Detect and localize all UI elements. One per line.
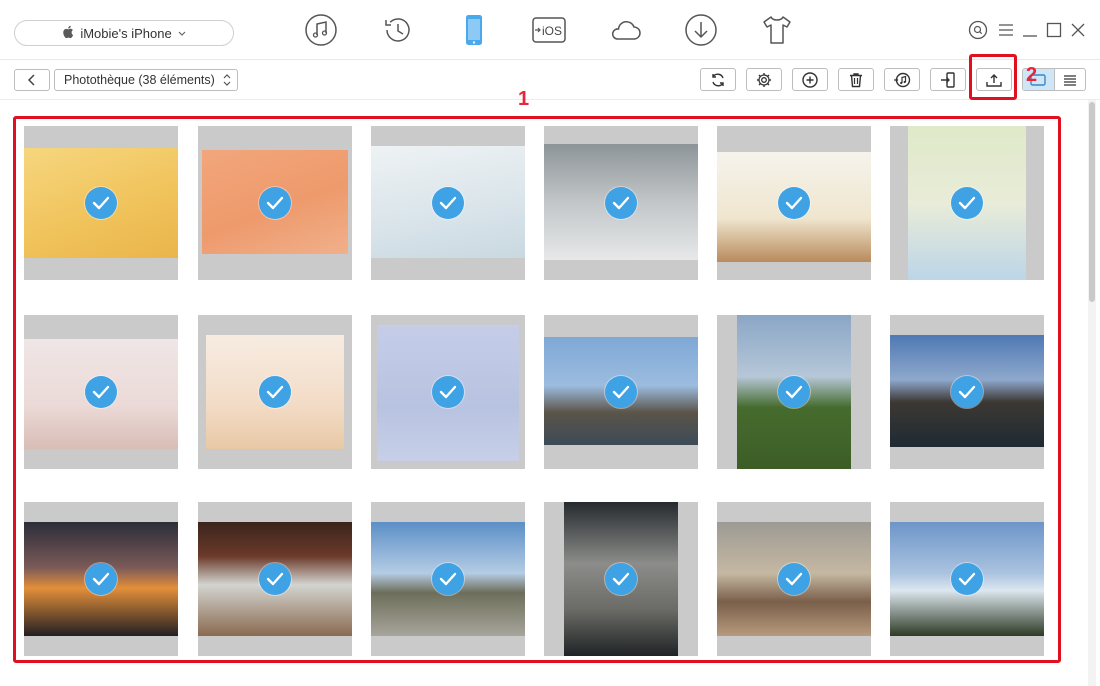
device-selector[interactable]: iMobie's iPhone — [14, 20, 234, 46]
refresh-button[interactable] — [700, 68, 736, 91]
photo-thumbnail[interactable] — [717, 126, 871, 280]
photo-thumbnail[interactable] — [198, 126, 352, 280]
selected-check-icon[interactable] — [85, 376, 117, 408]
settings-button[interactable] — [746, 68, 782, 91]
delete-icon — [850, 72, 862, 87]
menu-icon[interactable] — [996, 20, 1016, 40]
photo-thumbnail[interactable] — [544, 502, 698, 656]
music-icon[interactable] — [303, 12, 339, 48]
chevron-down-icon — [178, 28, 186, 38]
selected-check-icon[interactable] — [85, 187, 117, 219]
photo-grid — [24, 126, 1054, 656]
settings-icon — [757, 72, 771, 87]
to-ios-icon[interactable]: iOS — [531, 12, 567, 48]
photo-thumbnail[interactable] — [890, 126, 1044, 280]
photo-thumbnail[interactable] — [890, 315, 1044, 469]
selected-check-icon[interactable] — [259, 187, 291, 219]
selected-check-icon[interactable] — [432, 563, 464, 595]
toolbar: Photothèque (38 éléments) — [0, 60, 1100, 100]
export-to-computer-button[interactable] — [976, 68, 1012, 91]
selected-check-icon[interactable] — [259, 376, 291, 408]
photo-thumbnail[interactable] — [544, 315, 698, 469]
to-itunes-button[interactable] — [884, 68, 920, 91]
list-view-icon — [1063, 74, 1076, 86]
list-view-button[interactable] — [1055, 69, 1086, 90]
minimize-icon[interactable] — [1020, 20, 1040, 40]
selected-check-icon[interactable] — [432, 187, 464, 219]
selected-check-icon[interactable] — [951, 187, 983, 219]
selected-check-icon[interactable] — [605, 376, 637, 408]
photo-thumbnail[interactable] — [890, 502, 1044, 656]
app-window: iMobie's iPhone iOS Photothèque (38 élém… — [0, 0, 1100, 686]
annotation-number-1: 1 — [518, 88, 530, 110]
add-button[interactable] — [792, 68, 828, 91]
photo-thumbnail[interactable] — [24, 315, 178, 469]
selected-check-icon[interactable] — [85, 563, 117, 595]
back-button[interactable] — [14, 69, 50, 91]
cloud-icon[interactable] — [607, 12, 643, 48]
selected-check-icon[interactable] — [951, 563, 983, 595]
library-label: Photothèque (38 éléments) — [64, 73, 215, 87]
to-ios-label: iOS — [542, 24, 562, 38]
photo-thumbnail[interactable] — [717, 315, 871, 469]
search-account-icon[interactable] — [968, 20, 988, 40]
apple-icon — [62, 25, 74, 42]
top-bar: iMobie's iPhone iOS — [0, 0, 1100, 60]
to-itunes-icon — [894, 72, 911, 87]
photo-thumbnail[interactable] — [371, 315, 525, 469]
to-device-icon — [941, 71, 955, 88]
photo-thumbnail[interactable] — [717, 502, 871, 656]
photo-thumbnail[interactable] — [371, 502, 525, 656]
scrollbar-thumb[interactable] — [1089, 102, 1095, 302]
updown-arrow-icon — [223, 73, 231, 88]
photo-thumbnail[interactable] — [198, 315, 352, 469]
export-to-computer-icon — [986, 73, 1002, 87]
maximize-icon[interactable] — [1044, 20, 1064, 40]
to-device-button[interactable] — [930, 68, 966, 91]
add-icon — [802, 71, 818, 88]
selected-check-icon[interactable] — [432, 376, 464, 408]
selected-check-icon[interactable] — [778, 376, 810, 408]
photo-thumbnail[interactable] — [24, 502, 178, 656]
chevron-left-icon — [27, 74, 35, 86]
selected-check-icon[interactable] — [778, 563, 810, 595]
history-icon[interactable] — [380, 12, 416, 48]
close-icon[interactable] — [1068, 20, 1088, 40]
selected-check-icon[interactable] — [259, 563, 291, 595]
photo-thumbnail[interactable] — [371, 126, 525, 280]
delete-button[interactable] — [838, 68, 874, 91]
selected-check-icon[interactable] — [778, 187, 810, 219]
photo-thumbnail[interactable] — [544, 126, 698, 280]
selected-check-icon[interactable] — [605, 563, 637, 595]
photo-thumbnail[interactable] — [24, 126, 178, 280]
library-selector[interactable]: Photothèque (38 éléments) — [54, 69, 238, 91]
download-icon[interactable] — [683, 12, 719, 48]
iphone-icon[interactable] — [456, 12, 492, 48]
device-name: iMobie's iPhone — [80, 25, 172, 41]
refresh-icon — [712, 73, 724, 86]
selected-check-icon[interactable] — [605, 187, 637, 219]
annotation-number-2: 2 — [1026, 64, 1038, 86]
tshirt-icon[interactable] — [759, 12, 795, 48]
photo-thumbnail[interactable] — [198, 502, 352, 656]
selected-check-icon[interactable] — [951, 376, 983, 408]
